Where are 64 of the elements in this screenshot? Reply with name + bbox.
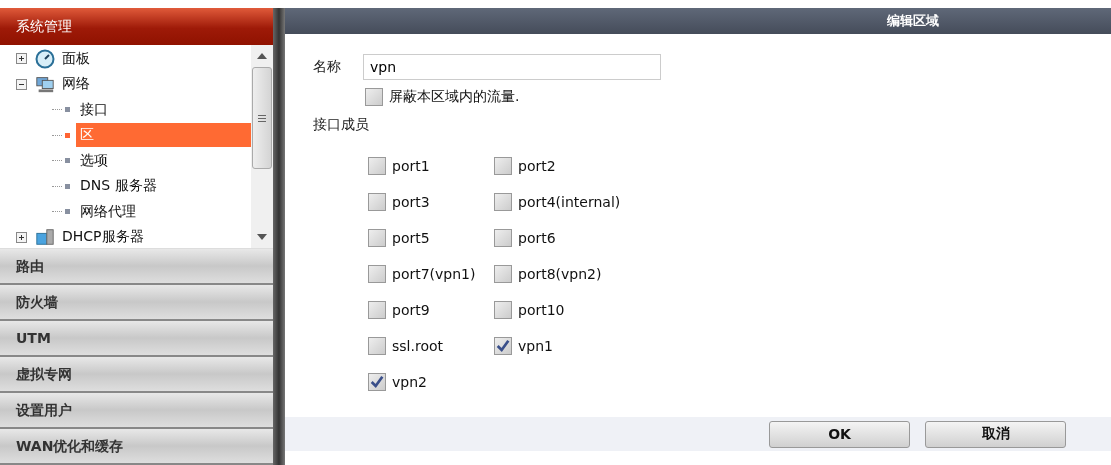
checkbox[interactable] [494,337,512,355]
checkbox[interactable] [494,301,512,319]
checkbox-label: vpn2 [392,374,427,390]
computer-icon [35,74,55,95]
bullet-icon [65,209,70,215]
checkbox[interactable] [368,373,386,391]
checkbox-label: port4(internal) [518,194,621,210]
tree-item[interactable]: 面板 [62,49,90,68]
checkbox[interactable] [368,265,386,283]
checkbox[interactable] [365,88,383,106]
checkbox[interactable] [494,265,512,283]
tree-item[interactable]: 接口 [76,97,251,122]
checkbox-label: ssl.root [392,338,443,354]
tree-item[interactable]: 网络 [62,75,90,94]
checkbox-label: port10 [518,302,565,318]
menu-section[interactable]: 虚拟专网 [0,357,273,393]
checkbox-label: port3 [392,194,430,210]
gauge-icon [35,48,55,69]
checkbox-label: port5 [392,230,430,246]
expander-icon[interactable] [16,53,27,65]
menu-section[interactable]: 路由 [0,249,273,285]
menu-section[interactable]: WAN优化和缓存 [0,429,273,465]
checkbox[interactable] [494,229,512,247]
checkbox-label: port8(vpn2) [518,266,602,282]
splitter[interactable] [273,8,285,465]
checkbox[interactable] [368,157,386,175]
field-label: 名称 [313,58,341,76]
sidebar-header: 系统管理 [0,8,273,45]
bullet-icon [65,107,70,113]
expander-icon[interactable] [16,78,27,90]
scroll-down-icon[interactable] [257,234,267,240]
server-icon [35,227,55,248]
tree-item[interactable]: DHCP服务器 [62,228,144,247]
tree-item[interactable]: 选项 [76,148,251,173]
bullet-icon [65,183,70,189]
ok-button[interactable]: OK [769,420,910,448]
checkbox-label: vpn1 [518,338,553,354]
checkbox[interactable] [368,193,386,211]
dialog-title: 编辑区域 [887,12,939,30]
checkbox-label: port2 [518,158,556,174]
scroll-thumb[interactable] [252,67,272,169]
cancel-button[interactable]: 取消 [925,420,1066,448]
checkbox[interactable] [368,301,386,319]
checkbox-label: port9 [392,302,430,318]
checkbox-label: port1 [392,158,430,174]
menu-section[interactable]: UTM [0,321,273,357]
checkbox[interactable] [368,229,386,247]
scrollbar[interactable] [251,45,273,248]
tree-item[interactable]: 网络代理 [76,199,251,224]
scroll-up-icon[interactable] [257,53,267,59]
tree-item[interactable]: DNS 服务器 [76,174,251,199]
checkbox-label: 屏蔽本区域内的流量. [389,88,520,106]
bullet-icon [65,158,70,164]
checkbox[interactable] [494,157,512,175]
section-label: 接口成员 [313,116,370,134]
menu-section[interactable]: 防火墙 [0,285,273,321]
checkbox-label: port7(vpn1) [392,266,476,282]
bullet-icon [65,132,70,138]
checkbox-label: port6 [518,230,556,246]
name-field[interactable]: vpn [363,54,661,80]
checkbox[interactable] [368,337,386,355]
checkbox[interactable] [494,193,512,211]
menu-section[interactable]: 设置用户 [0,393,273,429]
expander-icon[interactable] [16,231,27,243]
